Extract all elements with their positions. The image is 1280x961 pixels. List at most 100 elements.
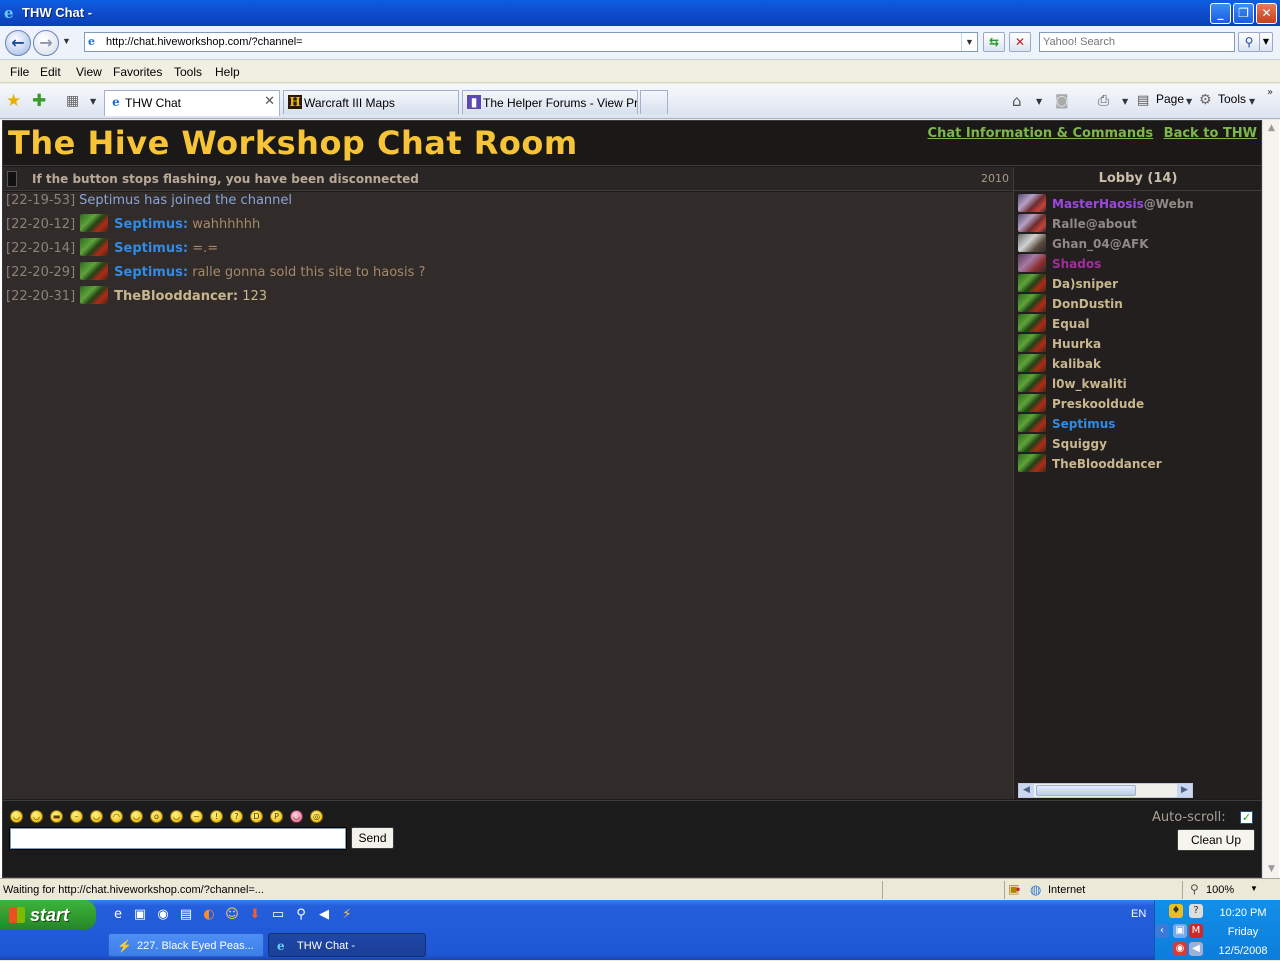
menu-edit[interactable]: Edit <box>40 65 61 79</box>
connection-indicator-button[interactable] <box>7 171 17 187</box>
message-nick[interactable]: Septimus: <box>114 265 188 280</box>
quicklaunch-firefox-icon[interactable]: ◐ <box>201 907 217 923</box>
user-list-item[interactable]: Shados <box>1018 254 1193 274</box>
user-list-item[interactable]: Ralle@about <box>1018 214 1193 234</box>
search-options-dropdown-icon[interactable]: ▼ <box>1259 32 1273 52</box>
emoticon-rolleyes-icon[interactable]: ◎ <box>310 810 323 823</box>
address-dropdown-icon[interactable]: ▼ <box>961 33 977 51</box>
address-url[interactable]: http://chat.hiveworkshop.com/?channel= <box>106 36 303 48</box>
user-list-item[interactable]: Ghan_04@AFK <box>1018 234 1193 254</box>
minimize-button[interactable]: _ <box>1210 3 1231 24</box>
menu-favorites[interactable]: Favorites <box>113 65 162 79</box>
user-list-item[interactable]: Septimus <box>1018 414 1193 434</box>
quicklaunch-media-icon[interactable]: ◉ <box>155 907 171 923</box>
taskbar-button-thw-chat[interactable]: e THW Chat - <box>268 933 426 957</box>
menu-help[interactable]: Help <box>215 65 240 79</box>
mail-icon[interactable]: M <box>1189 924 1203 938</box>
address-bar[interactable]: e http://chat.hiveworkshop.com/?channel=… <box>84 32 978 52</box>
user-list-horizontal-scrollbar[interactable]: ◀ ▶ <box>1018 783 1193 798</box>
home-dropdown-icon[interactable]: ▼ <box>1036 97 1042 106</box>
quicklaunch-movie-icon[interactable]: ▤ <box>178 907 194 923</box>
more-commands-icon[interactable]: » <box>1267 87 1273 98</box>
menu-file[interactable]: File <box>10 65 29 79</box>
quicklaunch-pin-icon[interactable]: ⚲ <box>293 907 309 923</box>
tab-warcraft-maps[interactable]: H Warcraft III Maps <box>283 90 459 114</box>
forward-button[interactable]: → <box>33 30 59 56</box>
tab-helper-forums[interactable]: ▮ The Helper Forums - View Pr... <box>462 90 638 114</box>
emoticon-laugh-icon[interactable]: D <box>250 810 263 823</box>
clock[interactable]: 10:20 PM Friday 12/5/2008 <box>1207 904 1279 961</box>
user-list-item[interactable]: Da)sniper <box>1018 274 1193 294</box>
quicklaunch-download-icon[interactable]: ⬇ <box>247 907 263 923</box>
search-button[interactable]: ⚲ <box>1238 32 1260 52</box>
user-list-item[interactable]: kalibak <box>1018 354 1193 374</box>
taskbar-button-media[interactable]: ⚡ 227. Black Eyed Peas... <box>108 933 264 957</box>
quicklaunch-volume-icon[interactable]: ◀ <box>316 907 332 923</box>
print-dropdown-icon[interactable]: ▼ <box>1122 97 1128 106</box>
quicklaunch-ie-icon[interactable]: e <box>110 907 126 923</box>
start-button[interactable]: start <box>0 900 96 930</box>
antivirus-icon[interactable]: ◉ <box>1173 942 1187 956</box>
scroll-left-icon[interactable]: ◀ <box>1019 784 1034 797</box>
user-list-item[interactable]: Squiggy <box>1018 434 1193 454</box>
feeds-icon[interactable]: ◙ <box>1055 93 1069 109</box>
message-nick[interactable]: Septimus: <box>114 217 188 232</box>
quicklaunch-messenger-icon[interactable]: ☺ <box>224 907 240 923</box>
maximize-button[interactable]: ❐ <box>1233 3 1254 24</box>
window-title-bar[interactable]: e THW Chat - _ ❐ ✕ <box>0 0 1280 26</box>
emoticon-sad-icon[interactable]: ◠ <box>110 810 123 823</box>
back-button[interactable]: ← <box>5 30 31 56</box>
user-list-item[interactable]: l0w_kwaliti <box>1018 374 1193 394</box>
quicklaunch-window-icon[interactable]: ▭ <box>270 907 286 923</box>
close-window-button[interactable]: ✕ <box>1256 3 1277 24</box>
emoticon-tongue-icon[interactable]: P <box>270 810 283 823</box>
message-nick[interactable]: Septimus: <box>114 241 188 256</box>
user-list-item[interactable]: Huurka <box>1018 334 1193 354</box>
user-list-item[interactable]: Equal <box>1018 314 1193 334</box>
emoticon-neutral-icon[interactable]: – <box>70 810 83 823</box>
home-icon[interactable]: ⌂ <box>1012 92 1022 110</box>
print-icon[interactable]: ⎙ <box>1098 93 1109 109</box>
scroll-down-icon[interactable]: ▼ <box>1264 862 1279 877</box>
add-favorite-icon[interactable]: ✚ <box>32 91 46 111</box>
emoticon-grin-icon[interactable]: ◡ <box>10 810 23 823</box>
quick-tabs-icon[interactable]: ▦ <box>66 93 79 109</box>
scroll-right-icon[interactable]: ▶ <box>1177 784 1192 797</box>
message-nick[interactable]: TheBlooddancer: <box>114 289 238 304</box>
security-shield-icon[interactable]: ♦ <box>1169 904 1183 918</box>
emoticon-confused-icon[interactable]: ~ <box>190 810 203 823</box>
emoticon-happy-icon[interactable]: ◡ <box>90 810 103 823</box>
user-list-item[interactable]: TheBlooddancer <box>1018 454 1193 474</box>
volume-icon[interactable]: ◀ <box>1189 942 1203 956</box>
zoom-level[interactable]: 100% <box>1206 884 1234 896</box>
quicklaunch-desktop-icon[interactable]: ▣ <box>132 907 148 923</box>
language-indicator[interactable]: EN <box>1131 908 1146 920</box>
emoticon-smile-icon[interactable]: ◡ <box>30 810 43 823</box>
stop-button[interactable]: ✕ <box>1009 32 1031 52</box>
search-input[interactable] <box>1040 33 1230 51</box>
tools-dropdown-icon[interactable]: ▼ <box>1249 97 1255 106</box>
autoscroll-checkbox[interactable]: ✓ <box>1240 811 1253 824</box>
chat-message-input[interactable] <box>9 827 347 850</box>
user-list-item[interactable]: DonDustin <box>1018 294 1193 314</box>
emoticon-question-icon[interactable]: ? <box>230 810 243 823</box>
tray-collapse-icon[interactable]: ‹ <box>1155 924 1169 938</box>
tray-app-icon[interactable]: ? <box>1189 904 1203 918</box>
zoom-dropdown-icon[interactable]: ▼ <box>1250 884 1258 893</box>
scrollbar-thumb[interactable] <box>1036 785 1136 796</box>
scroll-up-icon[interactable]: ▲ <box>1264 121 1279 136</box>
back-to-thw-link[interactable]: Back to THW <box>1164 126 1257 141</box>
menu-view[interactable]: View <box>76 65 102 79</box>
page-menu-button[interactable]: Page <box>1156 92 1184 106</box>
send-button[interactable]: Send <box>351 827 394 849</box>
user-list-item[interactable]: Preskooldude <box>1018 394 1193 414</box>
user-list-item[interactable]: MasterHaosis@Webma <box>1018 194 1193 214</box>
refresh-button[interactable]: ⇆ <box>983 32 1005 52</box>
search-box[interactable] <box>1039 32 1235 52</box>
emoticon-wink-icon[interactable]: ◡ <box>170 810 183 823</box>
emoticon-exclamation-icon[interactable]: ! <box>210 810 223 823</box>
network-icon[interactable]: ▣ <box>1173 924 1187 938</box>
page-dropdown-icon[interactable]: ▼ <box>1186 97 1192 106</box>
menu-tools[interactable]: Tools <box>174 65 202 79</box>
tab-thw-chat[interactable]: e THW Chat ✕ <box>104 90 280 116</box>
